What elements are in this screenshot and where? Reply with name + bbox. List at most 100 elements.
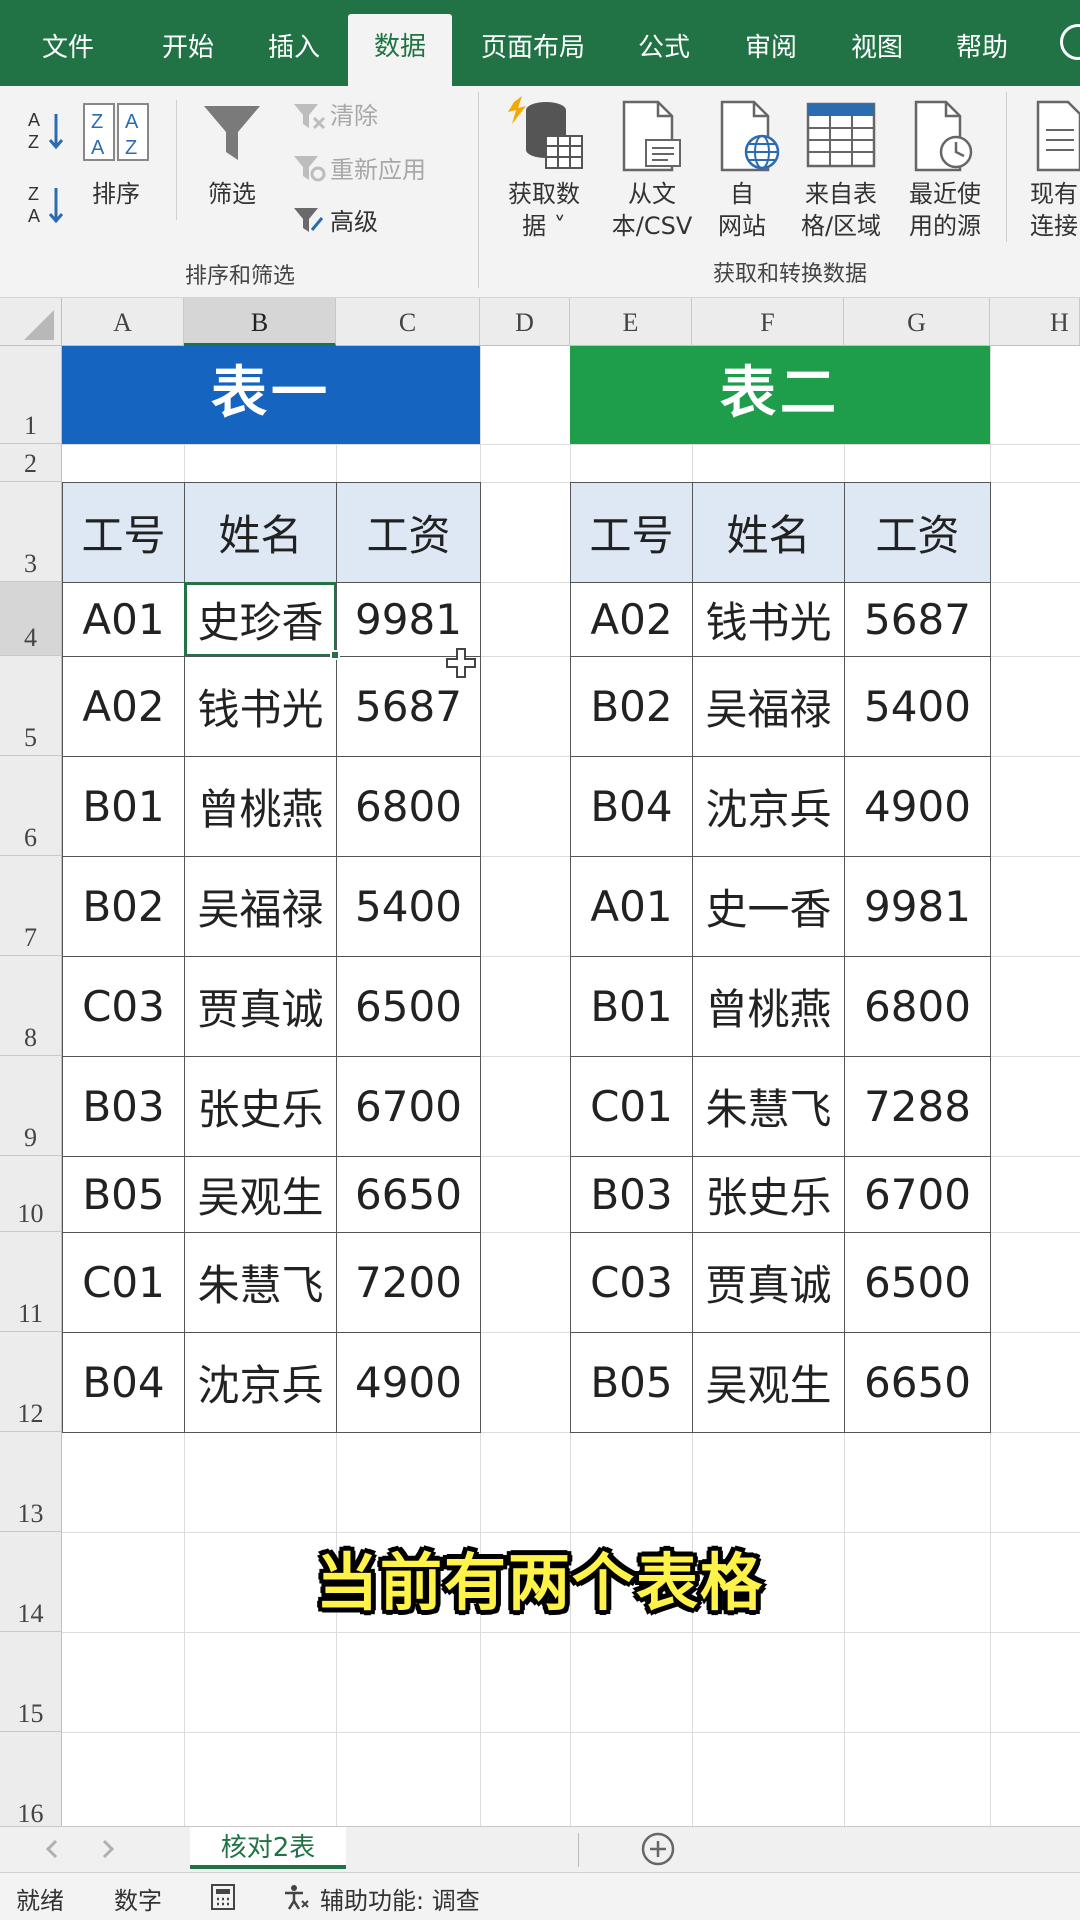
table1-cell-name[interactable]: 沈京兵 [184,1332,337,1433]
table1-cell-salary[interactable]: 5400 [336,856,481,957]
filter-funnel-icon[interactable] [200,102,264,168]
row-header-13[interactable]: 13 [0,1432,62,1532]
table1-cell-id[interactable]: B02 [62,856,185,957]
table1-cell-salary[interactable]: 6700 [336,1056,481,1157]
column-header-f[interactable]: F [692,298,844,346]
advanced-filter-button[interactable]: 高级 [330,206,410,238]
table2-cell-salary[interactable]: 6650 [844,1332,991,1433]
row-header-6[interactable]: 6 [0,756,62,856]
existing-connections-button[interactable]: 现有 [1030,178,1080,210]
table1-header-id[interactable]: 工号 [62,482,185,583]
row-header-5[interactable]: 5 [0,656,62,756]
table2-cell-salary[interactable]: 6500 [844,1232,991,1333]
table2-cell-id[interactable]: A02 [570,582,693,657]
table1-cell-id[interactable]: B03 [62,1056,185,1157]
table2-cell-salary[interactable]: 6700 [844,1156,991,1233]
table2-cell-name[interactable]: 曾桃燕 [692,956,845,1057]
row-header-1[interactable]: 1 [0,346,62,444]
table1-cell-id[interactable]: B01 [62,756,185,857]
status-accessibility[interactable]: 辅助功能: 调查 [320,1881,480,1916]
row-header-3[interactable]: 3 [0,482,62,582]
table1-cell-salary[interactable]: 6650 [336,1156,481,1233]
column-header-e[interactable]: E [570,298,692,346]
table2-cell-id[interactable]: C01 [570,1056,693,1157]
table1-cell-id[interactable]: B05 [62,1156,185,1233]
calculator-icon[interactable] [210,1883,236,1915]
tab-formulas[interactable]: 公式 [614,0,714,86]
table2-cell-name[interactable]: 钱书光 [692,582,845,657]
tab-insert[interactable]: 插入 [240,0,348,86]
sort-button[interactable]: 排序 [80,178,152,210]
table1-cell-name[interactable]: 曾桃燕 [184,756,337,857]
table2-cell-salary[interactable]: 5687 [844,582,991,657]
row-header-7[interactable]: 7 [0,856,62,956]
recent-sources-icon[interactable] [910,100,976,176]
table2-cell-id[interactable]: C03 [570,1232,693,1333]
row-header-12[interactable]: 12 [0,1332,62,1432]
table2-cell-salary[interactable]: 6800 [844,956,991,1057]
from-web-button[interactable]: 自 [700,178,784,210]
table1-cell-salary[interactable]: 6800 [336,756,481,857]
from-text-csv-button-line2[interactable]: 本/CSV [596,210,708,242]
table2-header-salary[interactable]: 工资 [844,482,991,583]
table2-cell-name[interactable]: 史一香 [692,856,845,957]
table1-cell-id[interactable]: A02 [62,656,185,757]
sheet-tab-active[interactable]: 核对2表 [190,1827,346,1869]
table2-cell-salary[interactable]: 4900 [844,756,991,857]
column-header-b[interactable]: B [184,298,336,346]
table1-cell-id[interactable]: C01 [62,1232,185,1333]
table2-cell-salary[interactable]: 9981 [844,856,991,957]
table2-cell-name[interactable]: 吴观生 [692,1332,845,1433]
existing-connections-button-line2[interactable]: 连接 [1030,210,1080,242]
database-icon[interactable] [506,96,584,176]
tab-view[interactable]: 视图 [826,0,928,86]
row-header-8[interactable]: 8 [0,956,62,1056]
table2-cell-id[interactable]: B05 [570,1332,693,1433]
sort-dialog-icon[interactable]: Z A A Z [82,102,150,168]
row-header-10[interactable]: 10 [0,1156,62,1232]
clear-filter-button[interactable]: 清除 [330,100,410,132]
table2-cell-id[interactable]: A01 [570,856,693,957]
table-range-icon[interactable] [806,102,876,172]
column-header-a[interactable]: A [62,298,184,346]
table2-cell-id[interactable]: B03 [570,1156,693,1233]
recent-sources-button[interactable]: 最近使 [896,178,994,210]
column-header-d[interactable]: D [480,298,570,346]
tab-page-layout[interactable]: 页面布局 [462,0,604,86]
table1-cell-id[interactable]: A01 [62,582,185,657]
recent-sources-button-line2[interactable]: 用的源 [896,210,994,242]
table1-header-salary[interactable]: 工资 [336,482,481,583]
select-all-corner[interactable] [0,298,62,346]
row-header-2[interactable]: 2 [0,444,62,482]
row-header-15[interactable]: 15 [0,1632,62,1732]
tab-home[interactable]: 开始 [134,0,242,86]
table1-cell-name[interactable]: 吴观生 [184,1156,337,1233]
table2-cell-name[interactable]: 沈京兵 [692,756,845,857]
table1-cell-name[interactable]: 吴福禄 [184,856,337,957]
table1-cell-name[interactable]: 史珍香 [184,582,337,657]
table1-cell-name[interactable]: 贾真诚 [184,956,337,1057]
table2-cell-salary[interactable]: 5400 [844,656,991,757]
row-header-11[interactable]: 11 [0,1232,62,1332]
scroll-left-icon[interactable] [44,1837,60,1865]
table1-cell-salary[interactable]: 4900 [336,1332,481,1433]
fill-handle[interactable] [330,650,340,660]
table2-cell-name[interactable]: 贾真诚 [692,1232,845,1333]
from-text-csv-button[interactable]: 从文 [604,178,700,210]
get-data-button-line2[interactable]: 据 ˅ [496,210,592,242]
table2-cell-id[interactable]: B02 [570,656,693,757]
tab-file[interactable]: 文件 [14,0,122,86]
table1-cell-salary[interactable]: 7200 [336,1232,481,1333]
accessibility-icon[interactable] [282,1883,310,1915]
get-data-button[interactable]: 获取数 [496,178,592,210]
table2-cell-name[interactable]: 朱慧飞 [692,1056,845,1157]
table2-header-name[interactable]: 姓名 [692,482,845,583]
table1-cell-id[interactable]: B04 [62,1332,185,1433]
from-table-button[interactable]: 来自表 [792,178,890,210]
table2-cell-id[interactable]: B01 [570,956,693,1057]
sort-descending-icon[interactable]: Z A [26,182,66,230]
from-web-button-line2[interactable]: 网站 [700,210,784,242]
table1-cell-name[interactable]: 钱书光 [184,656,337,757]
tab-review[interactable]: 审阅 [720,0,822,86]
row-header-16[interactable]: 16 [0,1732,62,1826]
